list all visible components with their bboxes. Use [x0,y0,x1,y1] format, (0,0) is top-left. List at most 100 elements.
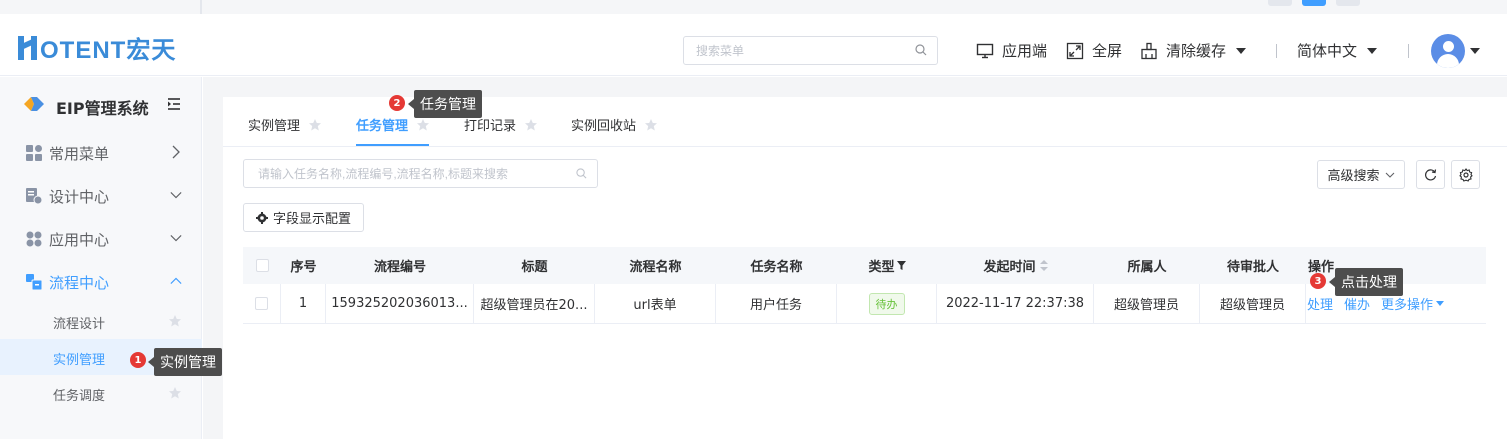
header-divider [1408,44,1409,58]
chevron-right-icon [172,145,180,159]
logo-text: OTENT宏天 [40,37,177,64]
diamond-logo-icon [24,97,44,111]
star-icon[interactable] [308,118,322,132]
app-client-button[interactable]: 应用端 [976,40,1047,61]
chevron-up-icon [170,277,182,284]
gear-icon [255,211,268,224]
cell-flow-name: url表单 [595,284,716,323]
sidebar-item-design-center[interactable]: 设计中心 [0,174,202,217]
handle-link[interactable]: 处理 [1307,294,1333,313]
subitem-label: 流程设计 [53,317,106,332]
apps-icon [26,231,42,247]
strip-block [1268,0,1292,6]
sidebar-item-common-menu[interactable]: 常用菜单 [0,131,202,174]
sidebar-item-flow-center[interactable]: 流程中心 [0,260,202,303]
logo-h-mark [18,35,38,60]
more-actions-dropdown[interactable]: 更多操作 [1381,294,1445,313]
task-search-input[interactable] [244,160,554,187]
search-icon[interactable] [576,168,587,179]
tooltip-step-2: 任务管理 [408,90,482,118]
monitor-icon [976,43,994,58]
chevron-down-icon [1385,172,1394,178]
sidebar: EIP管理系统 常用菜单 设计中心 应用中心 流程中心 流程设计 实例管理 任务… [0,77,202,439]
advanced-search-label: 高级搜索 [1327,169,1380,184]
system-title: EIP管理系统 [0,77,202,133]
caret-down-icon [1436,301,1445,306]
cell-flow-no: 159325202036013... [326,284,474,323]
advanced-search-button[interactable]: 高级搜索 [1317,160,1405,189]
main-content: 实例管理 任务管理 打印记录 实例回收站 高级搜索 [203,77,1507,439]
col-header-approver: 待审批人 [1226,260,1279,275]
cell-title[interactable]: 超级管理员在20... [474,284,595,323]
sidebar-item-app-center[interactable]: 应用中心 [0,217,202,260]
urge-link[interactable]: 催办 [1344,294,1370,313]
row-select-cell [243,284,281,323]
row-checkbox[interactable] [255,297,268,310]
clear-cache-label: 清除缓存 [1166,42,1227,60]
cell-type: 待办 [837,284,937,323]
clear-cache-button[interactable]: 清除缓存 [1140,40,1247,61]
top-strip [0,0,1507,14]
sidebar-subitem-flow-design[interactable]: 流程设计 [0,303,202,339]
sidebar-subitem-task-schedule[interactable]: 任务调度 [0,375,202,411]
sort-icon[interactable] [1039,260,1048,271]
menu-search-input[interactable] [684,37,884,64]
task-search-box[interactable] [243,159,598,188]
col-header-start-time-label: 发起时间 [983,260,1036,275]
subitem-label: 任务调度 [53,389,106,404]
gear-icon [1458,167,1473,182]
system-title-text: EIP管理系统 [56,99,149,118]
caret-down-icon [1367,47,1378,54]
step-badge-1: 1 [130,352,146,368]
tab-instance-recycle-bin[interactable]: 实例回收站 [571,115,658,134]
select-all-cell [243,247,281,284]
refresh-icon [1425,169,1437,181]
collapse-menu-icon[interactable] [167,97,181,111]
step-badge-3: 3 [1310,273,1326,289]
fullscreen-label: 全屏 [1092,42,1123,60]
search-icon[interactable] [915,44,927,56]
tooltip-step-1: 实例管理 [148,348,222,376]
col-header-type[interactable]: 类型 [837,247,937,284]
col-header-task-name: 任务名称 [750,260,803,275]
tab-instance-management[interactable]: 实例管理 [248,115,322,134]
grid-icon [26,145,42,161]
star-icon[interactable] [524,118,538,132]
cell-approver: 超级管理员 [1200,284,1306,323]
fullscreen-button[interactable]: 全屏 [1066,40,1122,61]
tab-label: 任务管理 [356,119,409,134]
select-all-checkbox[interactable] [255,259,269,272]
sidebar-item-label: 常用菜单 [49,145,110,163]
cell-task-name: 用户任务 [716,284,837,323]
tab-label: 实例管理 [248,119,301,134]
col-header-flow-no: 流程编号 [373,260,426,275]
settings-button[interactable] [1451,160,1480,189]
col-header-start-time[interactable]: 发起时间 [937,247,1094,284]
star-icon[interactable] [168,314,182,328]
col-header-title: 标题 [521,260,548,275]
col-header-type-label: 类型 [868,260,895,275]
chevron-down-icon [170,235,182,242]
caret-down-icon[interactable] [1470,48,1480,54]
tooltip-step-3: 点击处理 [1329,268,1403,296]
more-actions-label: 更多操作 [1381,298,1434,313]
table-row[interactable]: 1 159325202036013... 超级管理员在20... url表单 用… [243,284,1486,324]
menu-search-box[interactable] [683,36,938,65]
field-display-config-button[interactable]: 字段显示配置 [243,203,364,232]
language-label: 简体中文 [1297,42,1358,60]
refresh-button[interactable] [1416,160,1445,189]
star-icon[interactable] [416,118,430,132]
cell-start-time: 2022-11-17 22:37:38 [937,284,1094,323]
star-icon[interactable] [644,118,658,132]
chevron-down-icon [170,192,182,199]
avatar[interactable] [1431,34,1465,68]
active-tab-indicator [356,144,429,146]
col-header-owner: 所属人 [1127,260,1167,275]
tab-label: 实例回收站 [571,119,637,134]
logo[interactable]: OTENT宏天 [18,30,176,65]
design-icon [26,188,42,204]
star-icon[interactable] [168,386,182,400]
language-select[interactable]: 简体中文 [1297,40,1378,61]
filter-icon[interactable] [896,261,906,270]
sidebar-item-label: 设计中心 [49,188,110,206]
